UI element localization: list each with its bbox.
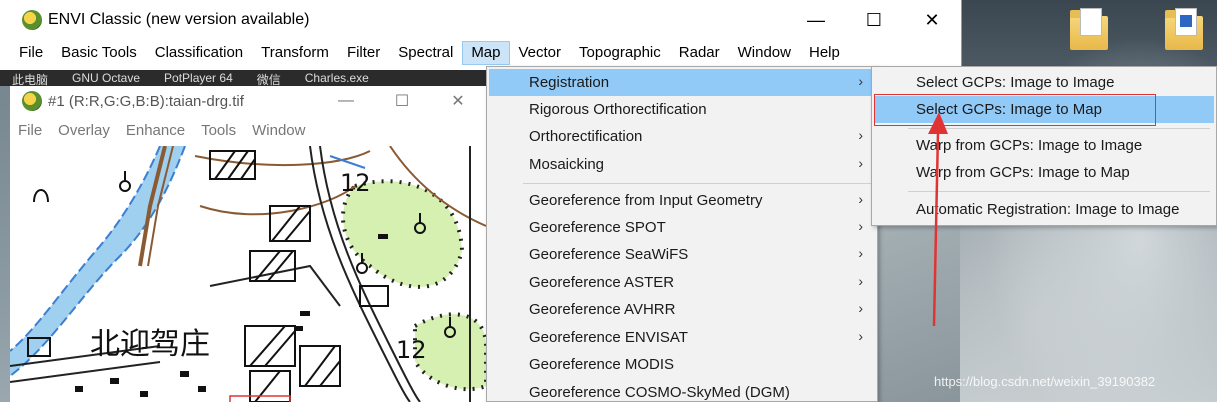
menu-item-automatic-registration[interactable]: Automatic Registration: Image to Image bbox=[874, 196, 1214, 223]
desktop-folder-icon[interactable] bbox=[1070, 6, 1110, 52]
map-elevation-label: 12 bbox=[396, 336, 427, 364]
minimize-button[interactable]: — bbox=[787, 0, 845, 40]
chevron-right-icon: › bbox=[858, 328, 863, 344]
chevron-right-icon: › bbox=[858, 300, 863, 316]
chevron-right-icon: › bbox=[858, 273, 863, 289]
chevron-right-icon: › bbox=[858, 191, 863, 207]
taskbar-item[interactable]: PotPlayer 64 bbox=[152, 70, 245, 86]
menu-topographic[interactable]: Topographic bbox=[570, 41, 670, 65]
chevron-right-icon: › bbox=[858, 218, 863, 234]
taskbar-item[interactable]: 微信 bbox=[245, 70, 293, 86]
envi-titlebar: ENVI Classic (new version available) — ☐… bbox=[0, 0, 961, 40]
menu-item-select-gcps-image-to-image[interactable]: Select GCPs: Image to Image bbox=[874, 69, 1214, 96]
window-title: ENVI Classic (new version available) bbox=[48, 11, 310, 28]
menu-item-warp-gcps-image-to-map[interactable]: Warp from GCPs: Image to Map bbox=[874, 159, 1214, 186]
envi-app-icon bbox=[22, 91, 42, 111]
menu-item-label: Orthorectification bbox=[529, 128, 643, 145]
menu-item-label: Select GCPs: Image to Image bbox=[916, 74, 1115, 91]
menu-item-georeference-seawifs[interactable]: Georeference SeaWiFS › bbox=[489, 241, 875, 268]
menu-item-label: Georeference from Input Geometry bbox=[529, 192, 763, 209]
menu-item-georeference-cosmo-skymed[interactable]: Georeference COSMO-SkyMed (DGM) bbox=[489, 379, 875, 402]
menu-basic-tools[interactable]: Basic Tools bbox=[52, 41, 146, 65]
menu-vector[interactable]: Vector bbox=[510, 41, 571, 65]
menu-item-label: Mosaicking bbox=[529, 156, 605, 173]
menu-item-georeference-avhrr[interactable]: Georeference AVHRR › bbox=[489, 296, 875, 323]
window-controls: — ☐ ✕ bbox=[787, 0, 961, 40]
registration-submenu: Select GCPs: Image to Image Select GCPs:… bbox=[871, 66, 1217, 226]
image-menu-file[interactable]: File bbox=[10, 119, 50, 143]
menu-window[interactable]: Window bbox=[729, 41, 800, 65]
menu-item-label: Rigorous Orthorectification bbox=[529, 101, 707, 118]
map-place-label: 北迎驾庄 bbox=[90, 327, 210, 362]
menu-item-orthorectification[interactable]: Orthorectification › bbox=[489, 123, 875, 150]
menu-item-label: Georeference AVHRR bbox=[529, 301, 676, 318]
maximize-button[interactable]: ☐ bbox=[845, 0, 903, 40]
menu-item-label: Georeference SeaWiFS bbox=[529, 246, 689, 263]
taskbar-item[interactable]: 此电脑 bbox=[0, 70, 60, 86]
menu-filter[interactable]: Filter bbox=[338, 41, 389, 65]
chevron-right-icon: › bbox=[858, 127, 863, 143]
map-dropdown-menu: Registration › Rigorous Orthorectificati… bbox=[486, 66, 878, 402]
menu-item-warp-gcps-image-to-image[interactable]: Warp from GCPs: Image to Image bbox=[874, 132, 1214, 159]
menu-item-georeference-input-geometry[interactable]: Georeference from Input Geometry › bbox=[489, 187, 875, 214]
vegetation-area bbox=[341, 179, 465, 289]
annotation-highlight-box bbox=[874, 94, 1156, 126]
chevron-right-icon: › bbox=[858, 73, 863, 89]
menu-separator bbox=[908, 128, 1210, 129]
taskbar-item[interactable]: GNU Octave bbox=[60, 70, 152, 86]
image-window-controls: — ☐ ✕ bbox=[318, 86, 486, 116]
menu-item-georeference-modis[interactable]: Georeference MODIS bbox=[489, 351, 875, 378]
desktop-document-icon[interactable] bbox=[1165, 6, 1205, 52]
menu-item-georeference-aster[interactable]: Georeference ASTER › bbox=[489, 269, 875, 296]
menu-item-label: Warp from GCPs: Image to Image bbox=[916, 137, 1143, 154]
menu-item-label: Georeference ASTER bbox=[529, 274, 675, 291]
envi-menubar: File Basic Tools Classification Transfor… bbox=[0, 40, 961, 66]
menu-item-rigorous-orthorectification[interactable]: Rigorous Orthorectification bbox=[489, 96, 875, 123]
menu-help[interactable]: Help bbox=[800, 41, 849, 65]
map-image-view[interactable]: 北迎驾庄 12 12 bbox=[10, 146, 486, 402]
image-menubar: File Overlay Enhance Tools Window bbox=[10, 116, 486, 146]
menu-separator bbox=[523, 183, 871, 184]
image-titlebar: #1 (R:R,G:G,B:B):taian-drg.tif — ☐ ✕ bbox=[10, 86, 486, 116]
watermark: https://blog.csdn.net/weixin_39190382 bbox=[934, 374, 1156, 389]
taskbar-strip: 此电脑 GNU Octave PotPlayer 64 微信 Charles.e… bbox=[0, 70, 486, 86]
menu-item-label: Georeference COSMO-SkyMed (DGM) bbox=[529, 384, 790, 401]
map-elevation-label: 12 bbox=[340, 169, 371, 197]
menu-item-label: Georeference ENVISAT bbox=[529, 329, 688, 346]
menu-item-label: Automatic Registration: Image to Image bbox=[916, 201, 1180, 218]
menu-item-label: Registration bbox=[529, 74, 610, 91]
menu-separator bbox=[908, 191, 1210, 192]
menu-radar[interactable]: Radar bbox=[670, 41, 729, 65]
image-menu-tools[interactable]: Tools bbox=[193, 119, 244, 143]
menu-item-georeference-envisat[interactable]: Georeference ENVISAT › bbox=[489, 324, 875, 351]
image-menu-window[interactable]: Window bbox=[244, 119, 313, 143]
menu-file[interactable]: File bbox=[10, 41, 52, 65]
menu-classification[interactable]: Classification bbox=[146, 41, 252, 65]
menu-item-registration[interactable]: Registration › bbox=[489, 69, 875, 96]
menu-spectral[interactable]: Spectral bbox=[389, 41, 462, 65]
menu-item-mosaicking[interactable]: Mosaicking › bbox=[489, 151, 875, 178]
chevron-right-icon: › bbox=[858, 155, 863, 171]
close-button[interactable]: ✕ bbox=[903, 0, 961, 40]
image-menu-enhance[interactable]: Enhance bbox=[118, 119, 193, 143]
menu-map[interactable]: Map bbox=[462, 41, 510, 65]
envi-main-window: ENVI Classic (new version available) — ☐… bbox=[0, 0, 962, 70]
image-display-window: #1 (R:R,G:G,B:B):taian-drg.tif — ☐ ✕ Fil… bbox=[10, 86, 486, 402]
image-menu-overlay[interactable]: Overlay bbox=[50, 119, 118, 143]
menu-item-label: Warp from GCPs: Image to Map bbox=[916, 164, 1130, 181]
minimize-button[interactable]: — bbox=[318, 86, 374, 116]
menu-item-label: Georeference MODIS bbox=[529, 356, 675, 373]
envi-app-icon bbox=[22, 10, 42, 30]
close-button[interactable]: ✕ bbox=[430, 86, 486, 116]
menu-transform[interactable]: Transform bbox=[252, 41, 338, 65]
topographic-map: 北迎驾庄 12 12 bbox=[10, 146, 486, 402]
menu-item-georeference-spot[interactable]: Georeference SPOT › bbox=[489, 214, 875, 241]
chevron-right-icon: › bbox=[858, 245, 863, 261]
image-window-title: #1 (R:R,G:G,B:B):taian-drg.tif bbox=[48, 92, 244, 110]
maximize-button[interactable]: ☐ bbox=[374, 86, 430, 116]
taskbar-item[interactable]: Charles.exe bbox=[293, 70, 381, 86]
menu-item-label: Georeference SPOT bbox=[529, 219, 666, 236]
